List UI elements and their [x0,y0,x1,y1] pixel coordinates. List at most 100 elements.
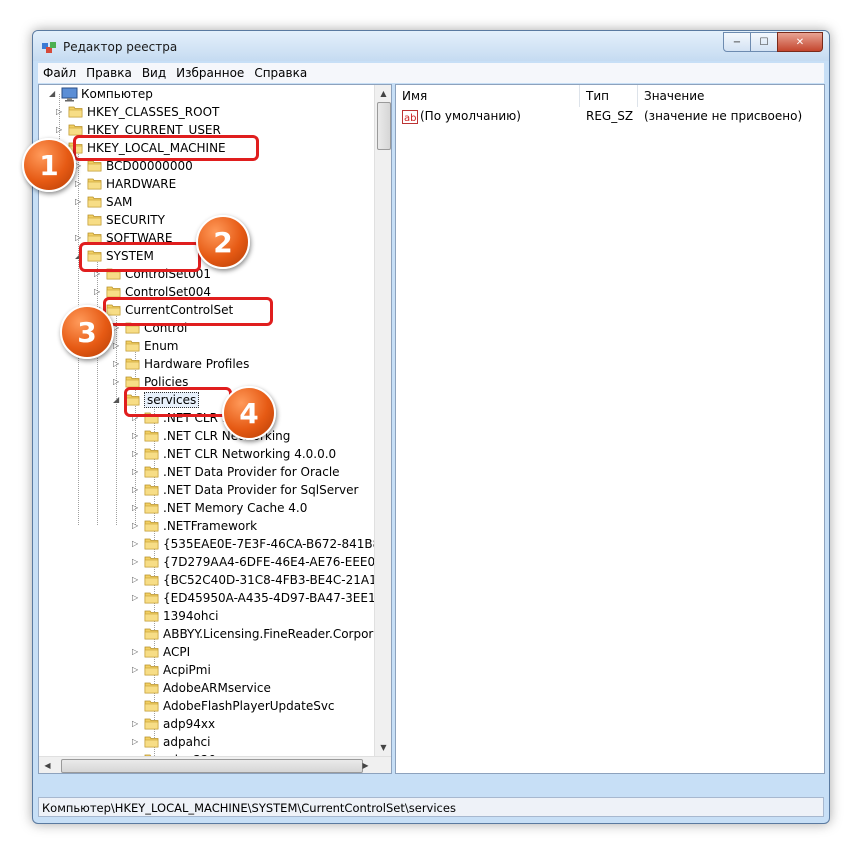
h-scroll-thumb[interactable] [61,759,363,773]
tree-item[interactable]: ▷ AcpiPmi [39,661,391,679]
menu-favorites[interactable]: Избранное [171,66,249,80]
tree-item-label: .NETFramework [163,519,258,533]
expand-arrow-icon[interactable]: ▷ [132,503,138,513]
tree-item[interactable]: ▷ SAM [39,193,391,211]
expand-arrow-icon[interactable]: ▷ [132,773,138,774]
minimize-button[interactable]: − [723,32,751,52]
tree-item-label: {ED45950A-A435-4D97-BA47-3EE15D [163,591,392,605]
menu-file[interactable]: Файл [38,66,81,80]
tree-item[interactable]: ▷ adpahci [39,733,391,751]
tree-item[interactable]: ▷ {535EAE0E-7E3F-46CA-B672-841B838 [39,535,391,553]
scroll-down-icon[interactable]: ▼ [375,739,391,756]
tree-horizontal-scrollbar[interactable]: ◀ ▶ [39,756,391,773]
folder-icon [144,682,159,694]
expand-arrow-icon[interactable]: ▷ [132,719,138,729]
title-bar[interactable]: Редактор реестра − ☐ ✕ [33,31,829,61]
tree-item-label: SAM [106,195,133,209]
tree-panel: ◢ Компьютер ▷ HKEY_CLASSES_ROOT ▷ HKEY_CURR… [38,84,392,774]
folder-icon [144,574,159,586]
menu-view[interactable]: Вид [137,66,171,80]
scroll-right-icon[interactable]: ▶ [357,757,374,773]
expand-arrow-icon[interactable]: ◢ [49,89,55,99]
menu-edit[interactable]: Правка [81,66,137,80]
tree-item[interactable]: ▷ ACPI [39,643,391,661]
collapse-arrow-icon[interactable]: ◢ [113,395,119,405]
tree-item[interactable]: ▷ {7D279AA4-6DFE-46E4-AE76-EEE067 [39,553,391,571]
tree-item[interactable]: ▷ adp94xx [39,715,391,733]
expand-arrow-icon[interactable]: ▷ [75,179,81,189]
expand-arrow-icon[interactable]: ▷ [132,539,138,549]
tree-item[interactable]: AdobeARMservice [39,679,391,697]
tree-item-label: .NET CLR Networking 4.0.0.0 [163,447,337,461]
folder-icon [87,214,102,226]
expand-arrow-icon[interactable]: ▷ [132,521,138,531]
tree-item[interactable]: ▷ .NET Data Provider for SqlServer [39,481,391,499]
column-data[interactable]: Значение [638,85,824,107]
tree-item[interactable]: ▷ .NET CLR Networking [39,427,391,445]
tree-item-label: AcpiPmi [163,663,211,677]
tree-item[interactable]: ▷ {ED45950A-A435-4D97-BA47-3EE15D [39,589,391,607]
tree-root[interactable]: ◢ Компьютер [39,85,391,103]
folder-icon [144,664,159,676]
tree-item[interactable]: ▷ HARDWARE [39,175,391,193]
scroll-thumb[interactable] [377,102,391,150]
tree-item[interactable]: ABBYY.Licensing.FineReader.Corpor [39,625,391,643]
tree-item[interactable]: ▷ .NET CLR Networking 4.0.0.0 [39,445,391,463]
folder-icon [144,718,159,730]
scroll-left-icon[interactable]: ◀ [39,757,56,773]
expand-arrow-icon[interactable]: ▷ [113,359,119,369]
expand-arrow-icon[interactable]: ▷ [113,341,119,351]
tree-item[interactable]: ▷ .NET Memory Cache 4.0 [39,499,391,517]
tree-item[interactable]: ▷ {BC52C40D-31C8-4FB3-BE4C-21A16 [39,571,391,589]
expand-arrow-icon[interactable]: ▷ [132,575,138,585]
expand-arrow-icon[interactable]: ▷ [56,125,62,135]
folder-icon [144,538,159,550]
expand-arrow-icon[interactable]: ▷ [132,485,138,495]
column-type[interactable]: Тип [580,85,638,107]
expand-arrow-icon[interactable]: ▷ [75,233,81,243]
value-name[interactable]: (По умолчанию) [420,109,521,127]
expand-arrow-icon[interactable]: ▷ [132,593,138,603]
folder-icon [144,430,159,442]
tree-item[interactable]: AdobeFlashPlayerUpdateSvc [39,697,391,715]
tree-item-label: {7D279AA4-6DFE-46E4-AE76-EEE067 [163,555,391,569]
window-title: Редактор реестра [63,40,178,54]
maximize-button[interactable]: ☐ [750,32,778,52]
expand-arrow-icon[interactable]: ▷ [56,107,62,117]
status-bar: Компьютер\HKEY_LOCAL_MACHINE\SYSTEM\Curr… [38,797,824,817]
folder-icon [144,700,159,712]
folder-icon [144,466,159,478]
folder-icon [125,340,140,352]
value-type: REG_SZ [586,109,634,123]
folder-icon [144,736,159,748]
tree-item-label: .NET CLR Networking [163,429,291,443]
tree-item[interactable]: 1394ohci [39,607,391,625]
expand-arrow-icon[interactable]: ▷ [132,737,138,747]
folder-icon [144,628,159,640]
folder-icon [87,196,102,208]
expand-arrow-icon[interactable]: ▷ [132,557,138,567]
expand-arrow-icon[interactable]: ▷ [132,647,138,657]
expand-arrow-icon[interactable]: ▷ [132,665,138,675]
folder-icon [144,592,159,604]
tree-item[interactable]: ▷ .NETFramework [39,517,391,535]
close-button[interactable]: ✕ [777,32,823,52]
expand-arrow-icon[interactable]: ▷ [94,287,100,297]
menu-help[interactable]: Справка [249,66,312,80]
tree-item[interactable]: ▷ .NET Data Provider for Oracle [39,463,391,481]
tree-item-label: {535EAE0E-7E3F-46CA-B672-841B838 [163,537,392,551]
tree-item-label: {BC52C40D-31C8-4FB3-BE4C-21A16 [163,573,385,587]
expand-arrow-icon[interactable]: ▷ [132,431,138,441]
callout-3: 3 [60,305,114,359]
tree-item-label: adp94xx [163,717,216,731]
tree-vertical-scrollbar[interactable]: ▲ ▼ [374,85,391,756]
expand-arrow-icon[interactable]: ▷ [132,467,138,477]
expand-arrow-icon[interactable]: ▷ [113,377,119,387]
string-value-icon: ab [402,110,418,124]
expand-arrow-icon[interactable]: ▷ [132,449,138,459]
expand-arrow-icon[interactable]: ▷ [75,197,81,207]
callout-2: 2 [196,215,250,269]
scroll-up-icon[interactable]: ▲ [375,85,391,102]
tree-item[interactable]: ▷ HKEY_CLASSES_ROOT [39,103,391,121]
column-name[interactable]: Имя [396,85,580,107]
